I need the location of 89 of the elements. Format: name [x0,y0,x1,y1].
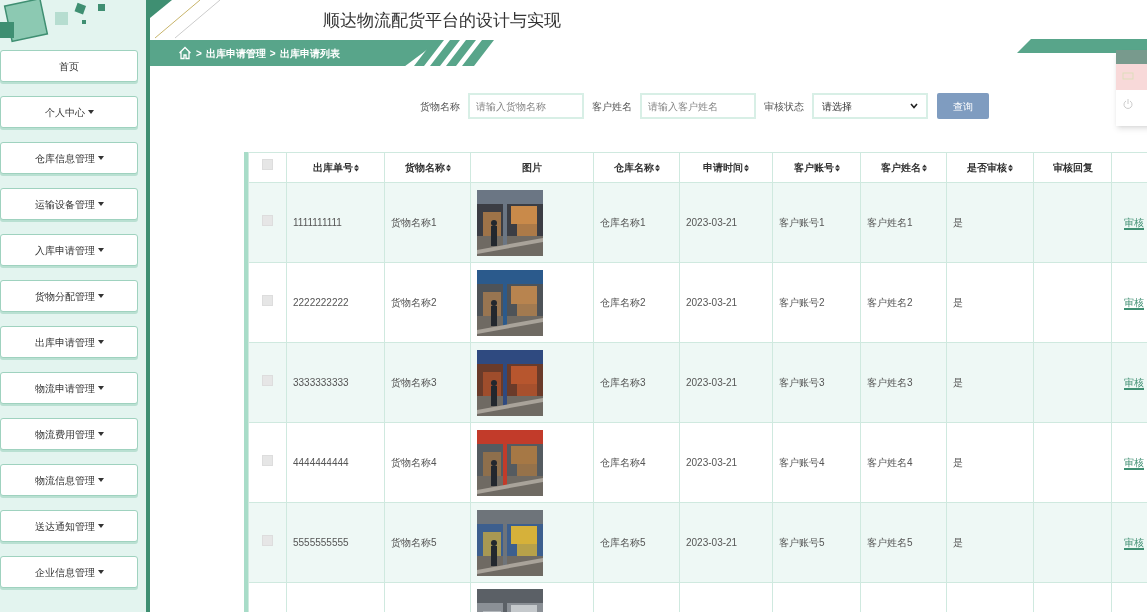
sidebar-item[interactable]: 入库申请管理 [0,234,138,266]
table-cell: 1111111111 [293,217,342,228]
sort-icon[interactable] [834,163,840,172]
table-cell: 仓库名称1 [600,217,646,228]
field-label: 货物名称 [420,99,460,114]
table-cell: 2023-03-21 [686,217,738,228]
table-cell: 仓库名称2 [600,297,646,308]
sidebar-item[interactable]: 物流费用管理 [0,418,138,450]
select-field[interactable]: 请选择 [812,93,928,119]
table-cell: 客户姓名5 [867,537,913,548]
text-field[interactable]: 请输入货物名称 [468,93,584,119]
review-link[interactable]: 审核 [1124,457,1144,470]
table-cell: 是 [953,537,963,548]
sidebar-item[interactable]: 仓库信息管理 [0,142,138,174]
page-title: 顺达物流配货平台的设计与实现 [323,10,561,32]
sidebar-item[interactable]: 企业信息管理 [0,556,138,588]
sort-icon[interactable] [1008,163,1013,172]
text-field[interactable]: 请输入客户姓名 [640,93,756,119]
table-cell: 客户账号1 [779,217,825,228]
checkbox[interactable] [262,159,273,170]
table-cell: 仓库名称5 [600,537,646,548]
checkbox[interactable] [262,295,273,306]
column-header[interactable]: 客户姓名 [860,152,947,183]
sort-icon[interactable] [744,163,749,172]
table-cell: 3333333333 [293,377,349,388]
table-cell: 2023-03-21 [686,377,738,388]
review-link[interactable]: 审核 [1124,537,1144,550]
column-header[interactable]: 客户账号 [772,152,861,183]
field-label: 客户姓名 [592,99,632,114]
checkbox[interactable] [262,215,273,226]
table-cell: 2023-03-21 [686,537,738,548]
breadcrumb-separator: > [196,46,202,61]
table-cell: 仓库名称3 [600,377,646,388]
column-header: 图片 [470,152,594,183]
table-cell: 4444444444 [293,457,349,468]
sidebar-item[interactable]: 首页 [0,50,138,82]
review-link[interactable]: 审核 [1124,377,1144,390]
column-header[interactable]: 申请时间 [679,152,773,183]
table-cell: 客户姓名3 [867,377,913,388]
sidebar-item[interactable]: 物流申请管理 [0,372,138,404]
table-cell: 是 [953,297,963,308]
table-cell: 客户账号4 [779,457,825,468]
chevron-icon [910,103,918,109]
table-cell: 货物名称5 [391,537,437,548]
table-cell: 客户姓名4 [867,457,913,468]
panel-header [1116,50,1147,64]
table-cell: 5555555555 [293,537,349,548]
table-cell: 客户姓名2 [867,297,913,308]
table-cell: 货物名称3 [391,377,437,388]
sort-icon[interactable] [921,163,927,172]
field-label: 审核状态 [764,99,804,114]
checkbox[interactable] [262,455,273,466]
sidebar-item[interactable]: 物流信息管理 [0,464,138,496]
sort-icon[interactable] [353,163,359,172]
power-icon[interactable] [1122,98,1134,110]
table-cell: 2023-03-21 [686,457,738,468]
sidebar-item[interactable]: 送达通知管理 [0,510,138,542]
sort-icon[interactable] [445,163,451,172]
review-link[interactable]: 审核 [1124,297,1144,310]
sidebar-item[interactable]: 个人中心 [0,96,138,128]
table-cell: 客户账号2 [779,297,825,308]
highlighted-menu-row[interactable] [1116,64,1147,90]
table-cell: 仓库名称4 [600,457,646,468]
review-link[interactable]: 审核 [1124,217,1144,230]
table-cell: 货物名称4 [391,457,437,468]
column-header: 审核回复 [1033,152,1112,183]
column-header[interactable]: 出库单号 [286,152,385,183]
table-cell: 客户姓名1 [867,217,913,228]
sidebar-item[interactable]: 运输设备管理 [0,188,138,220]
column-header[interactable]: 是否审核 [946,152,1034,183]
table-cell: 是 [953,377,963,388]
stripe-decoration-icon [1017,39,1147,53]
sidebar-item[interactable]: 货物分配管理 [0,280,138,312]
checkbox[interactable] [262,535,273,546]
table-cell: 客户账号5 [779,537,825,548]
sort-icon[interactable] [654,163,660,172]
table-cell: 是 [953,217,963,228]
column-header[interactable]: 货物名称 [384,152,471,183]
checkbox[interactable] [262,375,273,386]
table-cell: 货物名称1 [391,217,437,228]
table-cell: 是 [953,457,963,468]
column-header[interactable]: 仓库名称 [593,152,680,183]
table-cell: 货物名称2 [391,297,437,308]
table-cell: 2222222222 [293,297,349,308]
breadcrumb-separator: > [269,46,276,61]
table-cell: 2023-03-21 [686,297,738,308]
table-cell: 客户账号3 [779,377,825,388]
sidebar-item[interactable]: 出库申请管理 [0,326,138,358]
home-icon[interactable] [178,46,192,60]
